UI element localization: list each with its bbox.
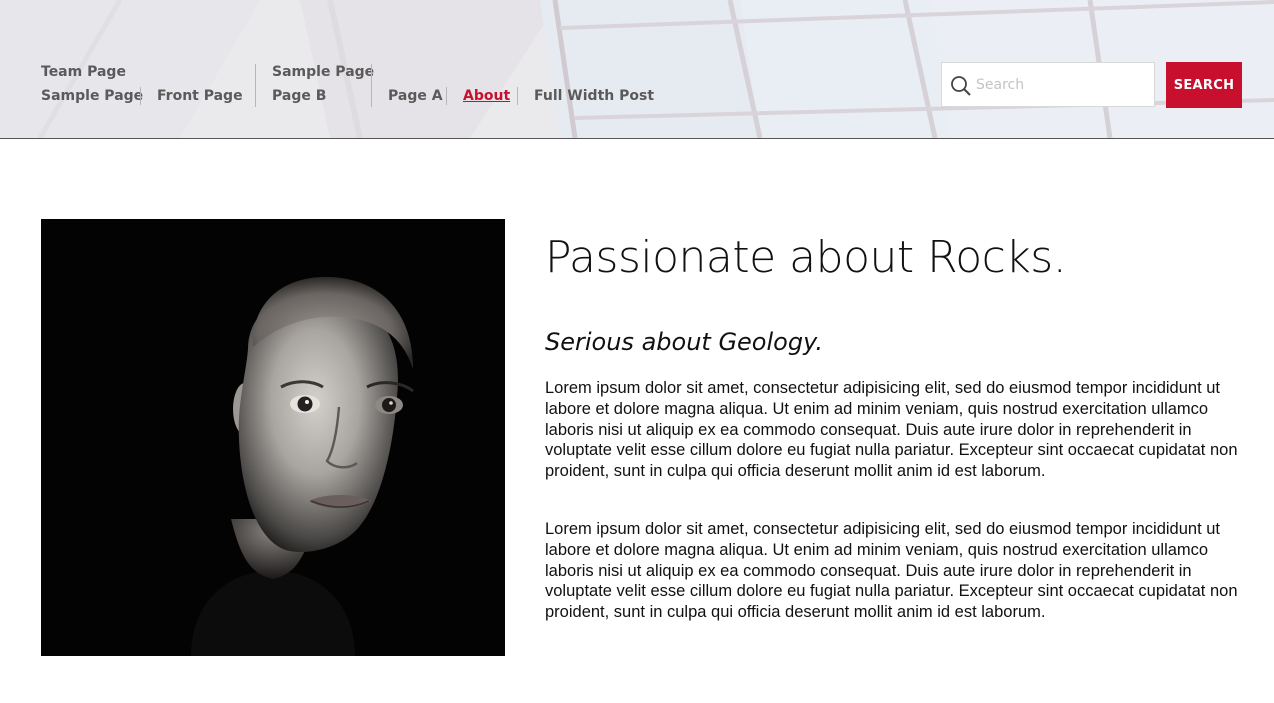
page-subtitle: Serious about Geology. bbox=[545, 328, 824, 356]
nav-item-sample-page[interactable]: Sample Page bbox=[41, 87, 143, 105]
nav-divider bbox=[371, 64, 372, 107]
nav-item-full-width-post[interactable]: Full Width Post bbox=[534, 87, 654, 105]
nav-divider bbox=[517, 87, 518, 105]
nav-item-page-a[interactable]: Page A bbox=[388, 87, 443, 105]
nav-item-team-page[interactable]: Team Page bbox=[41, 63, 126, 81]
body-paragraph: Lorem ipsum dolor sit amet, consectetur … bbox=[545, 379, 1238, 481]
search-input[interactable] bbox=[976, 71, 1148, 99]
search-button[interactable]: SEARCH bbox=[1166, 62, 1242, 108]
nav-divider bbox=[255, 64, 256, 107]
nav-item-about[interactable]: About bbox=[463, 87, 510, 105]
body-paragraph: Lorem ipsum dolor sit amet, consectetur … bbox=[545, 520, 1238, 622]
page-title: Passionate about Rocks. bbox=[545, 232, 1067, 283]
nav-item-page-b[interactable]: Page B bbox=[272, 87, 326, 105]
site-header: Team Page Sample Page Front Page Sample … bbox=[0, 0, 1274, 139]
portrait-image bbox=[41, 219, 505, 656]
nav-divider bbox=[140, 87, 141, 105]
nav-item-sample-page-2[interactable]: Sample Page bbox=[272, 63, 374, 81]
nav-item-front-page[interactable]: Front Page bbox=[157, 87, 243, 105]
nav-divider bbox=[446, 87, 447, 105]
search-icon bbox=[950, 75, 972, 101]
search-box bbox=[941, 62, 1155, 107]
